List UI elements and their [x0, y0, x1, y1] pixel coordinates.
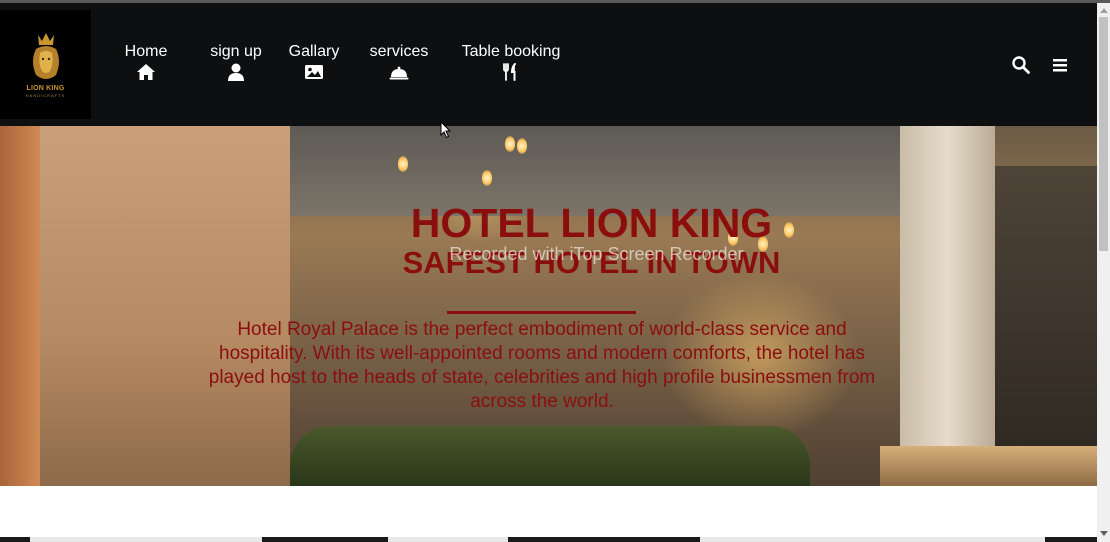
image-icon — [305, 65, 323, 79]
light-bulb — [517, 138, 527, 154]
scroll-down-arrow-icon[interactable] — [1100, 531, 1108, 536]
nav-item-table-booking[interactable]: Table booking — [459, 43, 563, 81]
bottom-strip-segment — [388, 537, 508, 542]
cloche-icon — [389, 66, 409, 80]
nav-item-services[interactable]: services — [368, 43, 430, 81]
hero-description: Hotel Royal Palace is the perfect embodi… — [208, 319, 876, 412]
logo-name: LION KING — [26, 85, 65, 92]
bottom-strip-segment — [700, 537, 1045, 542]
hero-title: HOTEL LION KING — [410, 200, 773, 246]
scroll-up-arrow-icon[interactable] — [1100, 8, 1108, 13]
nav-item-sign-up[interactable]: sign up — [208, 43, 264, 81]
nav-item-label: services — [369, 43, 429, 60]
nav-item-label: Gallary — [288, 43, 340, 60]
scrollbar-thumb[interactable] — [1099, 17, 1108, 251]
hero-bg-wall — [0, 126, 40, 486]
hero-banner: HOTEL LION KING SAFEST HOTEL IN TOWN Rec… — [0, 126, 1097, 486]
hero-bg-pillar — [900, 126, 995, 486]
hamburger-menu-icon[interactable] — [1050, 55, 1070, 75]
hero-bg-counter — [880, 446, 1097, 486]
nav-item-label: Home — [124, 43, 168, 60]
utensils-icon — [503, 63, 516, 81]
light-bulb — [482, 170, 492, 186]
light-bulb — [505, 136, 515, 152]
user-icon — [228, 63, 244, 81]
search-icon[interactable] — [1011, 55, 1031, 75]
logo-tagline: HANDICRAFTS — [25, 93, 66, 98]
lion-crown-icon — [32, 33, 59, 79]
bottom-strip — [0, 537, 1097, 542]
nav-item-label: sign up — [210, 43, 262, 60]
nav-item-gallary[interactable]: Gallary — [287, 43, 341, 81]
recorder-watermark: Recorded with iTop Screen Recorder — [449, 244, 744, 264]
navbar: LION KING HANDICRAFTS Home sign up Galla… — [0, 3, 1097, 126]
vertical-scrollbar[interactable] — [1097, 3, 1110, 542]
content-area — [0, 486, 1097, 542]
mouse-cursor-icon — [440, 121, 452, 139]
logo[interactable]: LION KING HANDICRAFTS — [0, 10, 91, 119]
nav-item-label: Table booking — [461, 43, 561, 60]
title-divider — [447, 311, 636, 314]
bottom-strip-segment — [30, 537, 262, 542]
hero-bg-wall — [40, 126, 290, 486]
nav-item-home[interactable]: Home — [123, 43, 169, 81]
hero-bg-plants — [290, 426, 810, 486]
home-icon — [137, 64, 155, 80]
light-bulb — [398, 156, 408, 172]
